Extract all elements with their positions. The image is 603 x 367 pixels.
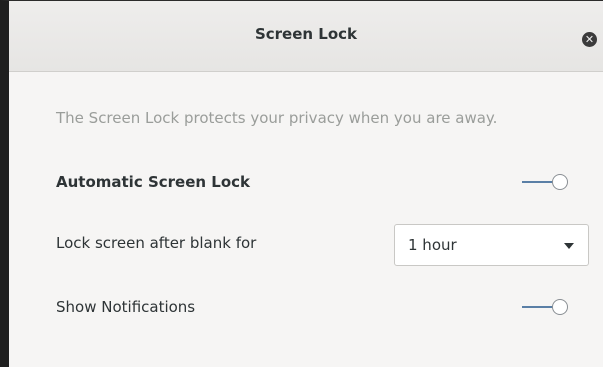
toggle-knob (552, 299, 568, 315)
dialog-title: Screen Lock (254, 25, 358, 43)
lock-after-value: 1 hour (408, 236, 457, 254)
screen-lock-dialog: Screen Lock ✕ The Screen Lock protects y… (0, 0, 603, 367)
close-icon[interactable]: ✕ (582, 32, 597, 47)
automatic-lock-label: Automatic Screen Lock (56, 173, 251, 191)
notifications-toggle[interactable] (522, 297, 570, 317)
toggle-track (522, 181, 556, 183)
chevron-down-icon (564, 243, 574, 249)
automatic-lock-toggle[interactable] (522, 172, 570, 192)
notifications-label: Show Notifications (56, 298, 196, 316)
lock-after-label: Lock screen after blank for (56, 234, 257, 252)
toggle-knob (552, 174, 568, 190)
lock-after-select[interactable]: 1 hour (394, 224, 589, 266)
description-text: The Screen Lock protects your privacy wh… (56, 109, 498, 127)
toggle-track (522, 306, 556, 308)
titlebar: Screen Lock ✕ (9, 1, 603, 72)
